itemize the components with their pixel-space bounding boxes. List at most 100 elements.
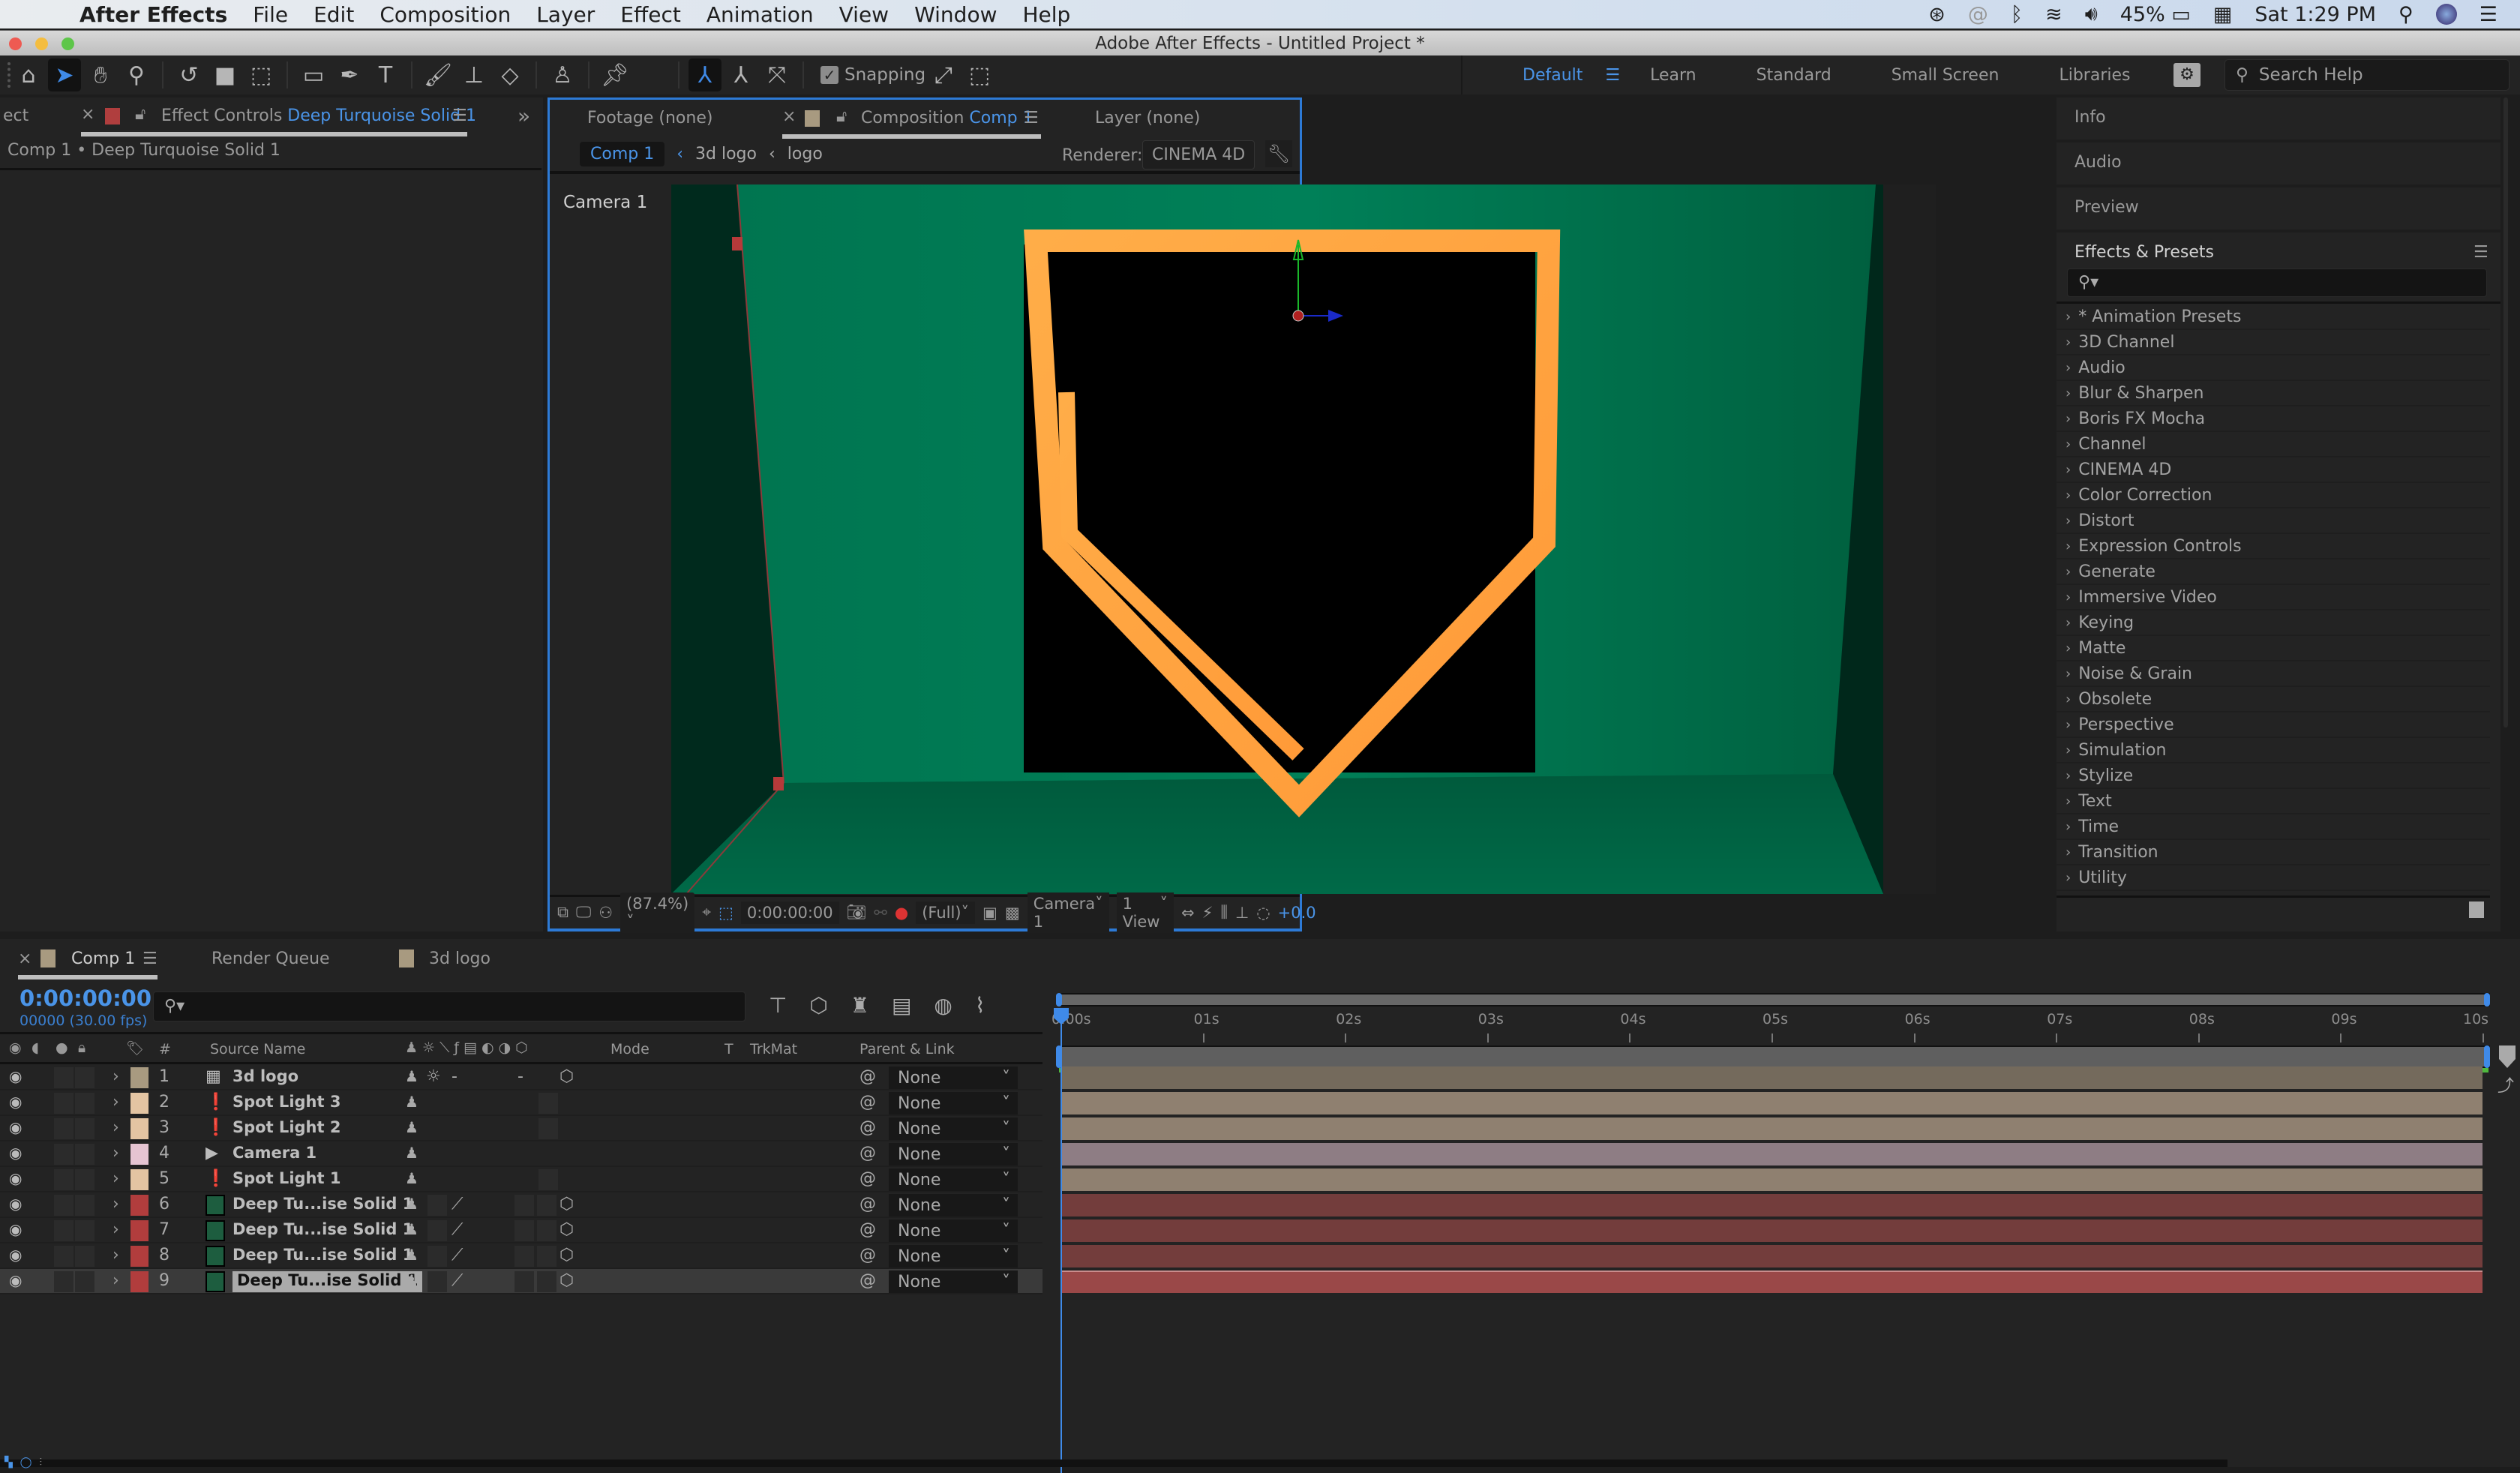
- notification-center-icon[interactable]: ☰: [2480, 3, 2498, 26]
- tab-footage[interactable]: Footage (none): [587, 109, 712, 128]
- layer-duration-bar[interactable]: [1060, 1092, 2482, 1114]
- menu-animation[interactable]: Animation: [706, 2, 814, 27]
- chevron-right-icon[interactable]: ›: [2066, 386, 2071, 401]
- fast-previews-icon[interactable]: ▣: [982, 904, 998, 922]
- composition-viewer[interactable]: [671, 184, 1936, 894]
- rectangle-tool-icon[interactable]: ▭: [297, 58, 330, 92]
- exposure-icon[interactable]: ◌: [1256, 904, 1270, 922]
- frame-blending-icon[interactable]: ▤: [892, 993, 911, 1018]
- menu-composition[interactable]: Composition: [380, 2, 511, 27]
- layer-handle[interactable]: [773, 777, 784, 790]
- anchor-point-icon[interactable]: [1292, 310, 1304, 322]
- renderer-value[interactable]: CINEMA 4D: [1142, 140, 1256, 170]
- workspace-default[interactable]: Default: [1522, 66, 1582, 85]
- menu-file[interactable]: File: [253, 2, 288, 27]
- snap-features-icon[interactable]: ⬚: [963, 58, 996, 92]
- chevron-right-icon[interactable]: ›: [2066, 692, 2071, 707]
- roto-brush-tool-icon[interactable]: ♙: [546, 58, 579, 92]
- time-navigator-bar[interactable]: [1058, 993, 2490, 1006]
- spiral-app-icon[interactable]: @: [1968, 3, 1988, 26]
- chevron-right-icon[interactable]: ›: [2066, 768, 2071, 784]
- chevron-right-icon[interactable]: ›: [2066, 615, 2071, 631]
- panel-menu-icon[interactable]: ☰: [1024, 109, 1039, 128]
- show-snapshot-icon[interactable]: ⚯: [874, 904, 887, 922]
- timeline-search-input[interactable]: ⚲▾: [153, 992, 746, 1022]
- layer-duration-bar[interactable]: [1060, 1143, 2482, 1166]
- chevron-right-icon[interactable]: ›: [2066, 309, 2071, 325]
- navigator-start-handle[interactable]: [1056, 993, 1062, 1006]
- effect-category-item[interactable]: › Boris FX Mocha: [2056, 406, 2490, 432]
- effect-category-item[interactable]: › Expression Controls: [2056, 534, 2490, 560]
- workspace-libraries[interactable]: Libraries: [2059, 66, 2130, 85]
- view-axis-mode-icon[interactable]: ⤧: [760, 58, 794, 92]
- workspace-learn[interactable]: Learn: [1650, 66, 1696, 85]
- effect-category-item[interactable]: › Distort: [2056, 508, 2490, 534]
- wifi-icon[interactable]: ≋: [2045, 3, 2062, 26]
- composition-mini-flowchart-icon[interactable]: ⊤: [769, 993, 787, 1018]
- layer-duration-bar[interactable]: [1060, 1118, 2482, 1140]
- chevron-right-icon[interactable]: ›: [2066, 742, 2071, 758]
- effect-category-item[interactable]: › Color Correction: [2056, 483, 2490, 508]
- chevron-right-icon[interactable]: ›: [2066, 360, 2071, 376]
- region-of-interest-icon[interactable]: ⬚: [718, 904, 734, 922]
- new-bin-icon[interactable]: [2469, 902, 2484, 918]
- effect-category-item[interactable]: › CINEMA 4D: [2056, 458, 2490, 483]
- type-tool-icon[interactable]: T: [369, 58, 402, 92]
- close-tab-icon[interactable]: ×: [18, 950, 32, 968]
- search-help-field[interactable]: ⚲ Search Help: [2224, 59, 2510, 91]
- effect-category-item[interactable]: › Time: [2056, 814, 2490, 840]
- hand-tool-icon[interactable]: ✋︎: [84, 58, 117, 92]
- toggle-pixel-aspect-icon[interactable]: ⇔: [1181, 904, 1195, 922]
- chevron-right-icon[interactable]: ›: [2066, 640, 2071, 656]
- tab-effect-controls[interactable]: Effect Controls Deep Turquoise Solid 1: [161, 106, 476, 125]
- battery-status[interactable]: 45% ▭: [2120, 3, 2191, 26]
- monitor-icon[interactable]: 🖵︎: [576, 903, 591, 922]
- rotation-tool-icon[interactable]: ↺: [172, 58, 206, 92]
- tab-3d-logo[interactable]: 3d logo: [429, 950, 490, 968]
- zoom-tool-icon[interactable]: ⚲: [120, 58, 153, 92]
- chevron-right-icon[interactable]: ›: [2066, 819, 2071, 835]
- lock-header-icon[interactable]: 🔒︎: [78, 1040, 86, 1056]
- chevron-right-icon[interactable]: ›: [2066, 513, 2071, 529]
- snapping-checkbox[interactable]: ✓: [820, 66, 838, 84]
- calendar-icon[interactable]: ▦: [2213, 3, 2233, 26]
- transparency-grid-icon[interactable]: ▩: [1005, 904, 1020, 922]
- effects-search-input[interactable]: ⚲▾: [2067, 268, 2487, 297]
- tab-render-queue[interactable]: Render Queue: [212, 950, 330, 968]
- chevron-right-icon[interactable]: ›: [2066, 666, 2071, 682]
- always-preview-icon[interactable]: ⧉: [557, 903, 568, 922]
- expand-panels-icon[interactable]: »: [518, 104, 530, 128]
- timeline-icon[interactable]: ⫼: [1220, 903, 1228, 922]
- brush-tool-icon[interactable]: 🖌︎: [422, 58, 454, 92]
- graph-editor-icon[interactable]: ⌇: [975, 993, 986, 1018]
- view-layout-dropdown[interactable]: 1 View ˅: [1116, 892, 1174, 933]
- effect-category-item[interactable]: › Text: [2056, 789, 2490, 814]
- minimize-window-button[interactable]: [35, 38, 48, 50]
- camera-view-dropdown[interactable]: Camera 1 ˅: [1027, 892, 1109, 933]
- pen-tool-icon[interactable]: ✒: [333, 58, 366, 92]
- layer-handle[interactable]: [732, 237, 742, 250]
- workspace-menu-icon[interactable]: ☰: [1605, 66, 1620, 85]
- chevron-right-icon[interactable]: ›: [2066, 488, 2071, 503]
- effect-category-item[interactable]: › Simulation: [2056, 738, 2490, 764]
- column-source-name[interactable]: Source Name: [210, 1041, 305, 1058]
- panel-menu-icon[interactable]: ☰: [452, 106, 467, 125]
- layer-duration-bar[interactable]: [1060, 1220, 2482, 1242]
- solo-header-icon[interactable]: ●: [56, 1040, 68, 1056]
- breadcrumb-logo[interactable]: logo: [788, 145, 823, 164]
- volume-icon[interactable]: 🔊︎: [2085, 2, 2098, 26]
- menu-view[interactable]: View: [839, 2, 889, 27]
- breadcrumb-3d-logo[interactable]: 3d logo: [695, 145, 757, 164]
- effect-category-item[interactable]: › Channel: [2056, 432, 2490, 458]
- info-panel-header[interactable]: Info: [2056, 98, 2500, 140]
- grid-guide-icon[interactable]: ⌖: [702, 903, 711, 922]
- chevron-right-icon[interactable]: ›: [2066, 564, 2071, 580]
- shy-layers-icon[interactable]: ♜: [850, 993, 869, 1018]
- layer-duration-bar[interactable]: [1060, 1066, 2482, 1089]
- chevron-right-icon[interactable]: ›: [2066, 334, 2071, 350]
- chevron-right-icon[interactable]: ›: [2066, 538, 2071, 554]
- resolution-dropdown[interactable]: (Full) ˅: [916, 901, 976, 924]
- layer-duration-bar[interactable]: [1060, 1245, 2482, 1268]
- project-tab-clipped[interactable]: ect: [3, 106, 28, 125]
- chevron-right-icon[interactable]: ›: [2066, 717, 2071, 733]
